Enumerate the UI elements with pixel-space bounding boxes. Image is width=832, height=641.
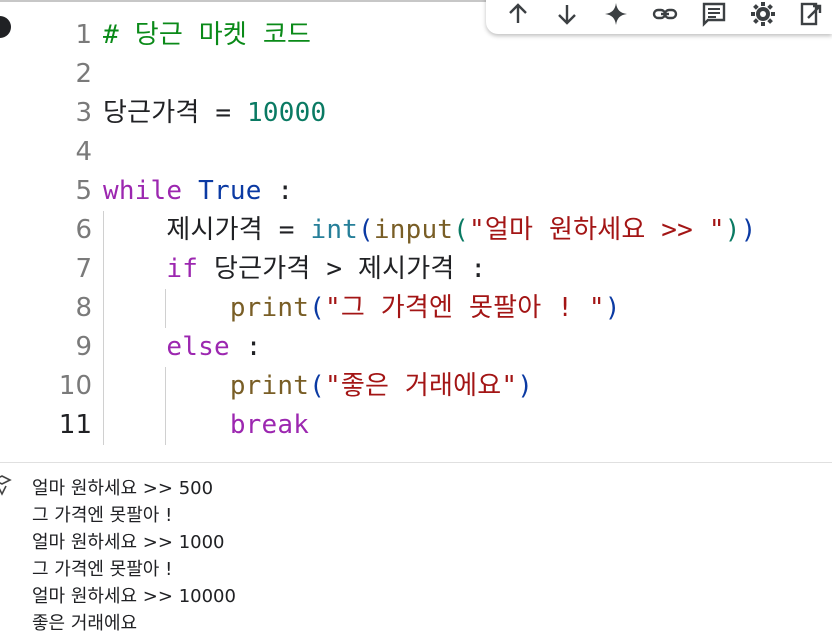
- code-token: break: [229, 410, 310, 440]
- code-token: :: [229, 332, 262, 362]
- code-token: input: [373, 215, 454, 245]
- code-token: ): [517, 371, 534, 401]
- code-token: else: [166, 332, 230, 362]
- move-cell-down-button[interactable]: [547, 0, 588, 32]
- comment-icon: [702, 2, 726, 27]
- code-line[interactable]: 4: [0, 133, 832, 172]
- code-token: print: [229, 371, 310, 401]
- code-token: int: [310, 215, 359, 245]
- code-text: print("그 가격엔 못팔아 ! "): [103, 289, 621, 328]
- code-token: True: [198, 176, 262, 206]
- cell-settings-button[interactable]: [742, 0, 783, 32]
- gemini-button[interactable]: [596, 0, 637, 32]
- copy-link-button[interactable]: [645, 0, 686, 32]
- output-line: 그 가격엔 못팔아 !: [32, 559, 173, 580]
- gear-icon: [750, 2, 775, 26]
- code-text: 제시가격 = int(input("얼마 원하세요 >> ")): [103, 211, 756, 250]
- code-token: 제시가격 =: [103, 215, 311, 245]
- output-actions-icon[interactable]: [0, 474, 12, 496]
- output-divider: [0, 462, 832, 463]
- move-cell-up-button[interactable]: [498, 0, 539, 32]
- code-token: :: [261, 176, 294, 206]
- cell-toolbar: [486, 0, 832, 34]
- output-line: 얼마 원하세요 >> 500: [32, 478, 214, 499]
- code-line[interactable]: 11 break: [0, 406, 832, 445]
- code-token: ): [740, 215, 757, 245]
- line-number: 6: [75, 215, 92, 245]
- code-token: (: [309, 371, 325, 401]
- code-text: print("좋은 거래에요"): [103, 367, 533, 406]
- line-number: 1: [75, 20, 92, 50]
- line-number: 4: [75, 137, 92, 167]
- code-token: while: [103, 176, 183, 206]
- line-number: 9: [75, 332, 92, 362]
- code-line[interactable]: 7 if 당근가격 > 제시가격 :: [0, 250, 832, 289]
- code-line[interactable]: 3 당근가격 = 10000: [0, 94, 832, 133]
- mirror-cell-button[interactable]: [791, 0, 832, 32]
- cell-output: 얼마 원하세요 >> 500 그 가격엔 못팔아 ! 얼마 원하세요 >> 1000…: [32, 475, 236, 637]
- output-line: 좋은 거래에요: [32, 613, 138, 634]
- code-token: (: [453, 215, 470, 245]
- code-text: break: [103, 406, 309, 445]
- code-token: 당근가격 =: [103, 98, 248, 128]
- code-text: 당근가격 = 10000: [103, 94, 326, 133]
- code-token: 10000: [247, 98, 327, 128]
- output-line: 얼마 원하세요 >> 10000: [32, 586, 236, 607]
- code-line[interactable]: 6 제시가격 = int(input("얼마 원하세요 >> ")): [0, 211, 832, 250]
- code-text: while True :: [103, 172, 293, 211]
- code-token: "좋은 거래에요": [324, 371, 518, 401]
- code-token: "그 가격엔 못팔아 ! ": [324, 293, 605, 323]
- output-line: 얼마 원하세요 >> 1000: [32, 532, 225, 553]
- code-token: # 당근 마켓 코드: [103, 20, 312, 50]
- output-line: 그 가격엔 못팔아 !: [32, 505, 173, 526]
- code-line[interactable]: 9 else :: [0, 328, 832, 367]
- code-text: if 당근가격 > 제시가격 :: [103, 250, 486, 289]
- line-number: 5: [75, 176, 92, 206]
- line-number: 11: [58, 410, 92, 440]
- code-token: "얼마 원하세요 >> ": [469, 215, 725, 245]
- arrow-down-icon: [558, 5, 577, 25]
- code-text: else :: [103, 328, 262, 367]
- link-icon: [652, 8, 678, 20]
- code-token: ): [724, 215, 741, 245]
- code-line[interactable]: 8 print("그 가격엔 못팔아 ! "): [0, 289, 832, 328]
- arrow-up-icon: [509, 3, 528, 23]
- code-token: (: [358, 215, 374, 245]
- line-number: 2: [75, 59, 92, 89]
- line-number: 8: [75, 293, 92, 323]
- line-number: 10: [58, 371, 92, 401]
- add-comment-button[interactable]: [693, 0, 734, 32]
- code-token: 당근가격 > 제시가격 :: [198, 254, 487, 284]
- code-line[interactable]: 5 while True :: [0, 172, 832, 211]
- sparkle-icon: [605, 3, 628, 25]
- code-token: ): [604, 293, 621, 323]
- code-token: if: [166, 254, 199, 284]
- code-line[interactable]: 2: [0, 55, 832, 94]
- mirror-icon: [800, 2, 821, 26]
- code-editor[interactable]: 1 # 당근 마켓 코드 2 3 당근가격 = 10000 4 5 while True :6…: [0, 16, 832, 448]
- line-number: 7: [75, 254, 92, 284]
- code-token: print: [229, 293, 310, 323]
- line-number: 3: [75, 98, 92, 128]
- code-token: (: [309, 293, 325, 323]
- code-text: # 당근 마켓 코드: [103, 16, 311, 55]
- code-line[interactable]: 10 print("좋은 거래에요"): [0, 367, 832, 406]
